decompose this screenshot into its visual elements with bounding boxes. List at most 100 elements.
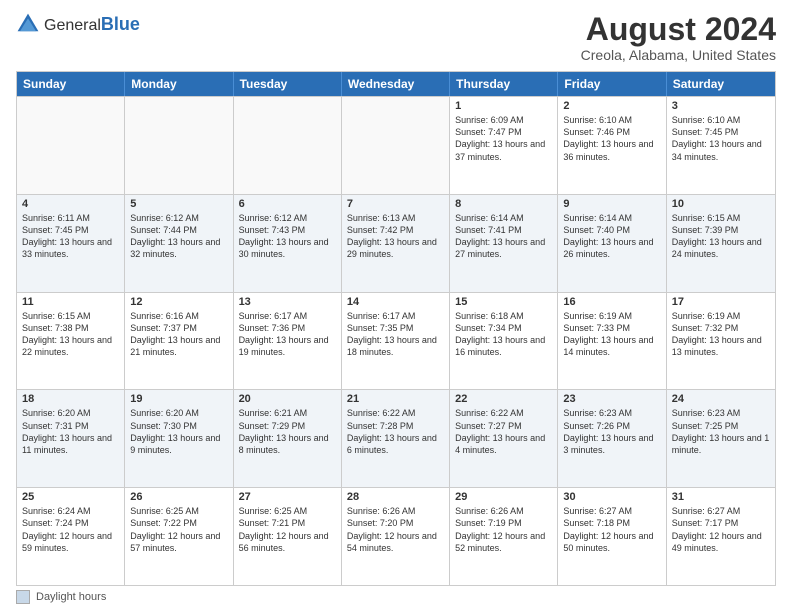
cell-date: 1 — [455, 100, 552, 112]
cell-info: Sunrise: 6:25 AM Sunset: 7:22 PM Dayligh… — [130, 505, 227, 554]
cell-date: 10 — [672, 198, 770, 210]
calendar-cell: 21 Sunrise: 6:22 AM Sunset: 7:28 PM Dayli… — [342, 390, 450, 487]
calendar-cell: 2 Sunrise: 6:10 AM Sunset: 7:46 PM Daylig… — [558, 97, 666, 194]
cell-date: 5 — [130, 198, 227, 210]
calendar-row-3: 11 Sunrise: 6:15 AM Sunset: 7:38 PM Dayli… — [17, 292, 775, 390]
cell-date: 14 — [347, 296, 444, 308]
cell-info: Sunrise: 6:09 AM Sunset: 7:47 PM Dayligh… — [455, 114, 552, 163]
cell-date: 17 — [672, 296, 770, 308]
cell-date: 19 — [130, 393, 227, 405]
calendar-body: 1 Sunrise: 6:09 AM Sunset: 7:47 PM Daylig… — [17, 96, 775, 585]
day-header-sunday: Sunday — [17, 72, 125, 96]
cell-info: Sunrise: 6:14 AM Sunset: 7:41 PM Dayligh… — [455, 212, 552, 261]
logo-icon — [16, 12, 40, 36]
calendar-cell: 7Sunrise: 6:13 AM Sunset: 7:42 PM Daylig… — [342, 195, 450, 292]
cell-info: Sunrise: 6:27 AM Sunset: 7:17 PM Dayligh… — [672, 505, 770, 554]
cell-date: 25 — [22, 491, 119, 503]
calendar-row-2: 4 Sunrise: 6:11 AM Sunset: 7:45 PM Daylig… — [17, 194, 775, 292]
calendar-cell: 20 Sunrise: 6:21 AM Sunset: 7:29 PM Dayli… — [234, 390, 342, 487]
legend-box — [16, 590, 30, 604]
cell-date: 12 — [130, 296, 227, 308]
calendar-cell: 19 Sunrise: 6:20 AM Sunset: 7:30 PM Dayli… — [125, 390, 233, 487]
calendar-row-4: 18 Sunrise: 6:20 AM Sunset: 7:31 PM Dayli… — [17, 389, 775, 487]
cell-info: Sunrise: 6:15 AM Sunset: 7:39 PM Dayligh… — [672, 212, 770, 261]
cell-info: Sunrise: 6:25 AM Sunset: 7:21 PM Dayligh… — [239, 505, 336, 554]
calendar-cell: 15 Sunrise: 6:18 AM Sunset: 7:34 PM Dayli… — [450, 293, 558, 390]
calendar-cell: 25 Sunrise: 6:24 AM Sunset: 7:24 PM Dayli… — [17, 488, 125, 585]
cell-date: 20 — [239, 393, 336, 405]
day-header-saturday: Saturday — [667, 72, 775, 96]
calendar-cell: 6Sunrise: 6:12 AM Sunset: 7:43 PM Daylig… — [234, 195, 342, 292]
cell-date: 31 — [672, 491, 770, 503]
cell-info: Sunrise: 6:23 AM Sunset: 7:26 PM Dayligh… — [563, 407, 660, 456]
calendar-cell: 11 Sunrise: 6:15 AM Sunset: 7:38 PM Dayli… — [17, 293, 125, 390]
calendar-cell: 31 Sunrise: 6:27 AM Sunset: 7:17 PM Dayli… — [667, 488, 775, 585]
day-header-wednesday: Wednesday — [342, 72, 450, 96]
cell-date: 13 — [239, 296, 336, 308]
cell-info: Sunrise: 6:15 AM Sunset: 7:38 PM Dayligh… — [22, 310, 119, 359]
cell-info: Sunrise: 6:26 AM Sunset: 7:20 PM Dayligh… — [347, 505, 444, 554]
cell-info: Sunrise: 6:18 AM Sunset: 7:34 PM Dayligh… — [455, 310, 552, 359]
cell-date: 4 — [22, 198, 119, 210]
calendar-cell: 23 Sunrise: 6:23 AM Sunset: 7:26 PM Dayli… — [558, 390, 666, 487]
cell-date: 3 — [672, 100, 770, 112]
cell-date: 23 — [563, 393, 660, 405]
main-title: August 2024 — [581, 12, 776, 47]
cell-info: Sunrise: 6:14 AM Sunset: 7:40 PM Dayligh… — [563, 212, 660, 261]
calendar-cell — [234, 97, 342, 194]
cell-info: Sunrise: 6:24 AM Sunset: 7:24 PM Dayligh… — [22, 505, 119, 554]
cell-date: 28 — [347, 491, 444, 503]
page: GeneralBlue August 2024 Creola, Alabama,… — [0, 0, 792, 612]
calendar-cell: 14 Sunrise: 6:17 AM Sunset: 7:35 PM Dayli… — [342, 293, 450, 390]
calendar-header: Sunday Monday Tuesday Wednesday Thursday… — [17, 72, 775, 96]
cell-info: Sunrise: 6:26 AM Sunset: 7:19 PM Dayligh… — [455, 505, 552, 554]
cell-date: 9 — [563, 198, 660, 210]
footer: Daylight hours — [16, 590, 776, 604]
cell-date: 24 — [672, 393, 770, 405]
cell-date: 30 — [563, 491, 660, 503]
logo-blue-text: Blue — [101, 14, 140, 34]
logo-general-text: General — [44, 17, 101, 34]
calendar-cell: 22 Sunrise: 6:22 AM Sunset: 7:27 PM Dayli… — [450, 390, 558, 487]
calendar-cell: 10 Sunrise: 6:15 AM Sunset: 7:39 PM Dayli… — [667, 195, 775, 292]
calendar-cell: 4 Sunrise: 6:11 AM Sunset: 7:45 PM Daylig… — [17, 195, 125, 292]
header: GeneralBlue August 2024 Creola, Alabama,… — [16, 12, 776, 63]
calendar-row-5: 25 Sunrise: 6:24 AM Sunset: 7:24 PM Dayli… — [17, 487, 775, 585]
cell-date: 11 — [22, 296, 119, 308]
calendar-cell: 29 Sunrise: 6:26 AM Sunset: 7:19 PM Dayli… — [450, 488, 558, 585]
cell-date: 21 — [347, 393, 444, 405]
subtitle: Creola, Alabama, United States — [581, 47, 776, 63]
calendar-cell: 24 Sunrise: 6:23 AM Sunset: 7:25 PM Dayli… — [667, 390, 775, 487]
cell-info: Sunrise: 6:17 AM Sunset: 7:36 PM Dayligh… — [239, 310, 336, 359]
cell-date: 22 — [455, 393, 552, 405]
cell-date: 15 — [455, 296, 552, 308]
calendar-cell: 27 Sunrise: 6:25 AM Sunset: 7:21 PM Dayli… — [234, 488, 342, 585]
cell-info: Sunrise: 6:11 AM Sunset: 7:45 PM Dayligh… — [22, 212, 119, 261]
cell-date: 26 — [130, 491, 227, 503]
cell-info: Sunrise: 6:22 AM Sunset: 7:28 PM Dayligh… — [347, 407, 444, 456]
cell-date: 2 — [563, 100, 660, 112]
calendar-cell — [17, 97, 125, 194]
day-header-thursday: Thursday — [450, 72, 558, 96]
calendar-cell: 18 Sunrise: 6:20 AM Sunset: 7:31 PM Dayli… — [17, 390, 125, 487]
cell-date: 18 — [22, 393, 119, 405]
calendar-cell: 1 Sunrise: 6:09 AM Sunset: 7:47 PM Daylig… — [450, 97, 558, 194]
cell-date: 27 — [239, 491, 336, 503]
cell-info: Sunrise: 6:10 AM Sunset: 7:46 PM Dayligh… — [563, 114, 660, 163]
cell-info: Sunrise: 6:21 AM Sunset: 7:29 PM Dayligh… — [239, 407, 336, 456]
cell-info: Sunrise: 6:17 AM Sunset: 7:35 PM Dayligh… — [347, 310, 444, 359]
cell-info: Sunrise: 6:23 AM Sunset: 7:25 PM Dayligh… — [672, 407, 770, 456]
cell-info: Sunrise: 6:19 AM Sunset: 7:32 PM Dayligh… — [672, 310, 770, 359]
cell-info: Sunrise: 6:10 AM Sunset: 7:45 PM Dayligh… — [672, 114, 770, 163]
cell-info: Sunrise: 6:12 AM Sunset: 7:43 PM Dayligh… — [239, 212, 336, 261]
cell-info: Sunrise: 6:20 AM Sunset: 7:31 PM Dayligh… — [22, 407, 119, 456]
cell-date: 7 — [347, 198, 444, 210]
calendar-cell — [125, 97, 233, 194]
cell-info: Sunrise: 6:20 AM Sunset: 7:30 PM Dayligh… — [130, 407, 227, 456]
calendar-cell: 8Sunrise: 6:14 AM Sunset: 7:41 PM Daylig… — [450, 195, 558, 292]
calendar-cell: 16Sunrise: 6:19 AM Sunset: 7:33 PM Dayli… — [558, 293, 666, 390]
cell-info: Sunrise: 6:22 AM Sunset: 7:27 PM Dayligh… — [455, 407, 552, 456]
cell-info: Sunrise: 6:27 AM Sunset: 7:18 PM Dayligh… — [563, 505, 660, 554]
cell-date: 29 — [455, 491, 552, 503]
calendar-cell: 12Sunrise: 6:16 AM Sunset: 7:37 PM Dayli… — [125, 293, 233, 390]
